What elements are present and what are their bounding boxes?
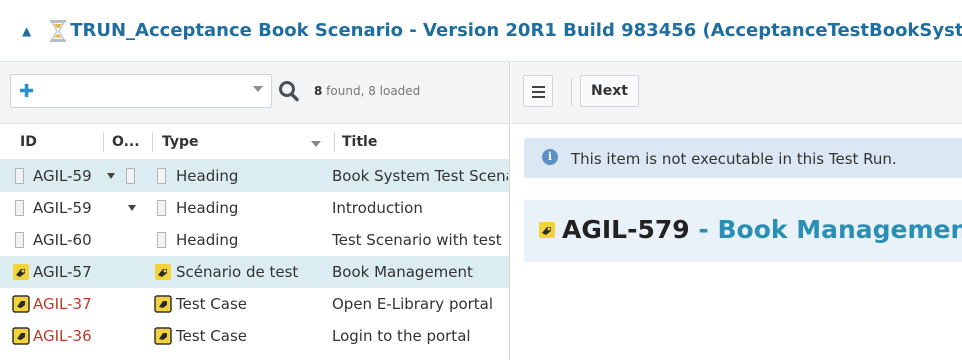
column-header: ID O... Type Title — [0, 124, 509, 160]
table-row[interactable]: AGIL-60 Heading Test Scenario with test — [0, 224, 509, 256]
row-type: Heading — [176, 167, 239, 185]
row-title[interactable]: Book Management — [332, 263, 508, 281]
row-title[interactable]: Login to the portal — [332, 327, 508, 345]
table-row[interactable]: AGIL-57 Scénario de test Book Management — [0, 256, 509, 288]
column-type[interactable]: Type — [162, 134, 199, 150]
item-dash: - — [689, 215, 718, 244]
hamburger-icon — [532, 91, 545, 93]
row-type: Test Case — [176, 327, 248, 345]
results-count: 8 found, 8 loaded — [314, 84, 421, 98]
hamburger-icon — [532, 86, 545, 88]
toolbar-divider — [571, 78, 572, 106]
table-row[interactable]: AGIL-59 Heading Book System Test Scenari… — [0, 160, 509, 192]
heading-flag-icon — [157, 200, 166, 216]
table-row[interactable]: AGIL-59 Heading Introduction — [0, 192, 509, 224]
search-icon[interactable] — [276, 76, 302, 106]
row-type: Heading — [176, 199, 239, 217]
column-order[interactable]: O... — [112, 134, 140, 150]
test-scenario-icon — [12, 263, 30, 281]
heading-flag-icon — [157, 168, 166, 184]
heading-flag-icon — [15, 200, 24, 216]
item-name: Book Management — [717, 215, 962, 244]
row-title[interactable]: Test Scenario with test — [332, 231, 508, 249]
test-scenario-icon — [154, 263, 172, 281]
add-icon[interactable]: ✚ — [19, 81, 34, 102]
test-case-icon — [154, 295, 172, 313]
row-title[interactable]: Introduction — [332, 199, 508, 217]
sort-caret-icon[interactable] — [311, 141, 321, 147]
column-title[interactable]: Title — [342, 134, 377, 150]
item-title: AGIL-579 - Book Management — [562, 215, 962, 244]
next-button[interactable]: Next — [580, 75, 639, 107]
row-id[interactable]: AGIL-57 — [33, 263, 95, 281]
info-icon: i — [542, 149, 558, 165]
row-type: Heading — [176, 231, 239, 249]
info-message: This item is not executable in this Test… — [571, 150, 897, 168]
row-id[interactable]: AGIL-59 — [33, 167, 95, 185]
heading-flag-icon — [126, 168, 135, 184]
column-divider[interactable] — [152, 132, 153, 152]
tree-panel: ✚ 8 found, 8 loaded ID O... Type Title A… — [0, 62, 510, 360]
table-row[interactable]: AGIL-37 Test Case Open E-Library portal — [0, 288, 509, 320]
test-case-icon — [154, 327, 172, 345]
title-bar: ▲ TRUN_Acceptance Book Scenario - Versio… — [0, 0, 962, 62]
row-id[interactable]: AGIL-59 — [33, 199, 95, 217]
item-heading: AGIL-579 - Book Management — [524, 200, 962, 262]
detail-panel: Next i This item is not executable in th… — [511, 62, 962, 360]
hamburger-icon — [532, 96, 545, 98]
column-divider[interactable] — [103, 132, 104, 152]
search-bar: ✚ 8 found, 8 loaded — [0, 62, 509, 124]
hourglass-icon — [48, 18, 68, 44]
test-scenario-icon — [538, 221, 556, 239]
row-id[interactable]: AGIL-60 — [33, 231, 95, 249]
row-type: Test Case — [176, 295, 248, 313]
column-id[interactable]: ID — [20, 134, 37, 150]
row-id[interactable]: AGIL-37 — [33, 295, 95, 313]
expand-arrow-icon[interactable] — [128, 205, 136, 211]
expand-arrow-icon[interactable] — [107, 173, 115, 179]
table-row[interactable]: AGIL-36 Test Case Login to the portal — [0, 320, 509, 352]
heading-flag-icon — [15, 232, 24, 248]
test-case-icon — [12, 327, 30, 345]
collapse-icon[interactable]: ▲ — [22, 24, 31, 38]
row-id[interactable]: AGIL-36 — [33, 327, 95, 345]
row-title[interactable]: Book System Test Scenario — [332, 167, 508, 185]
heading-flag-icon — [15, 168, 24, 184]
row-type: Scénario de test — [176, 263, 299, 281]
column-divider[interactable] — [334, 132, 335, 152]
row-title[interactable]: Open E-Library portal — [332, 295, 508, 313]
info-banner: i This item is not executable in this Te… — [524, 138, 962, 178]
menu-button[interactable] — [523, 75, 553, 107]
heading-flag-icon — [157, 232, 166, 248]
item-id[interactable]: AGIL-579 — [562, 215, 690, 244]
test-case-icon — [12, 295, 30, 313]
detail-toolbar: Next — [511, 62, 962, 124]
page-title: TRUN_Acceptance Book Scenario - Version … — [70, 20, 962, 41]
chevron-down-icon[interactable] — [253, 86, 263, 92]
search-input[interactable]: ✚ — [10, 74, 272, 108]
